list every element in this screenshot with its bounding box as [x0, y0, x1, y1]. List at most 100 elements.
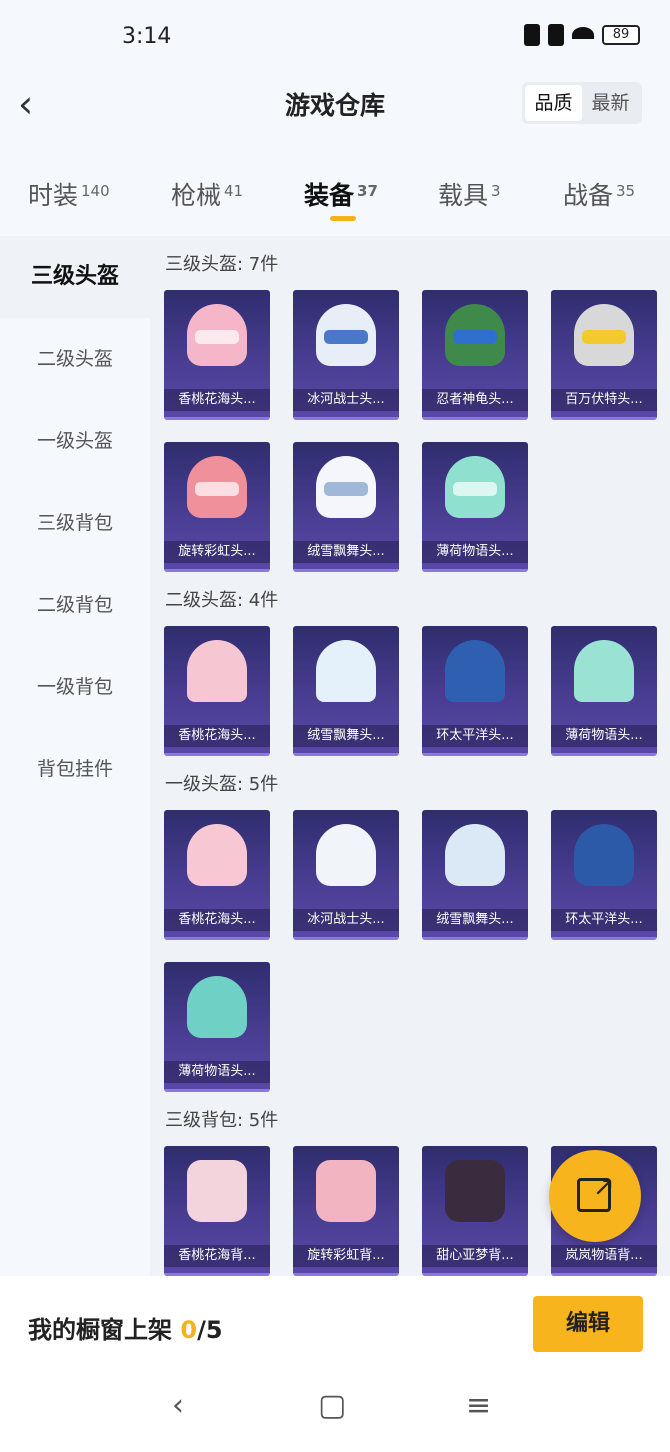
helmet-icon: [574, 640, 634, 702]
visor-icon: [582, 330, 626, 344]
tab-fashion[interactable]: 时装 140: [28, 176, 110, 212]
helmet-icon: [187, 824, 247, 886]
item-name: 绒雪飘舞头...: [422, 909, 528, 931]
item-card[interactable]: 环太平洋头...: [422, 626, 528, 756]
item-card[interactable]: 冰河战士头...: [293, 810, 399, 940]
system-nav-bar: ‹ ▢ ≡: [0, 1376, 670, 1452]
item-card[interactable]: 冰河战士头...: [293, 290, 399, 420]
sidebar-item-backpack-2[interactable]: 二级背包: [0, 564, 150, 646]
sim-icon: [548, 24, 564, 46]
backpack-icon: [316, 1160, 376, 1222]
item-name: 旋转彩虹头...: [164, 541, 270, 563]
item-card[interactable]: 忍者神龟头...: [422, 290, 528, 420]
sidebar-item-helmet-3[interactable]: 三级头盔: [0, 236, 150, 318]
tab-guns[interactable]: 枪械 41: [171, 176, 243, 212]
helmet-icon: [187, 640, 247, 702]
item-name: 香桃花海头...: [164, 725, 270, 747]
nav-menu-icon[interactable]: ≡: [466, 1388, 491, 1423]
showcase-total: /5: [197, 1316, 223, 1344]
sort-quality-button[interactable]: 品质: [525, 85, 582, 121]
wifi-icon: [572, 27, 594, 43]
status-time: 3:14: [122, 24, 172, 49]
item-name: 绒雪飘舞头...: [293, 541, 399, 563]
visor-icon: [453, 482, 497, 496]
item-card[interactable]: 百万伏特头...: [551, 290, 657, 420]
sidebar-item-helmet-1[interactable]: 一级头盔: [0, 400, 150, 482]
app-header: ‹ 游戏仓库 品质 最新: [0, 72, 670, 152]
section-title: 三级背包: 5件: [165, 1110, 279, 1131]
battery-icon: 89: [602, 25, 640, 45]
tab-label: 装备: [304, 181, 355, 210]
showcase-count: 0: [180, 1316, 198, 1344]
share-button[interactable]: ↗: [549, 1150, 641, 1242]
visor-icon: [324, 482, 368, 496]
showcase-bar: 我的橱窗上架 0/5 编辑: [0, 1276, 670, 1376]
visor-icon: [195, 330, 239, 344]
tab-equipment[interactable]: 装备 37: [304, 176, 378, 221]
item-card[interactable]: 绒雪飘舞头...: [293, 442, 399, 572]
section-title: 一级头盔: 5件: [165, 774, 279, 795]
tab-label: 战备: [563, 181, 614, 210]
item-card[interactable]: 香桃花海头...: [164, 290, 270, 420]
item-name: 香桃花海背...: [164, 1245, 270, 1267]
sidebar-item-helmet-2[interactable]: 二级头盔: [0, 318, 150, 400]
helmet-icon: [316, 824, 376, 886]
tab-count: 41: [224, 182, 244, 200]
nav-back-icon[interactable]: ‹: [172, 1388, 184, 1423]
tab-gear[interactable]: 战备 35: [563, 176, 635, 212]
nav-home-icon[interactable]: ▢: [318, 1388, 346, 1423]
item-card[interactable]: 薄荷物语头...: [422, 442, 528, 572]
item-name: 甜心亚梦背...: [422, 1245, 528, 1267]
item-card[interactable]: 绒雪飘舞头...: [422, 810, 528, 940]
notification-icon: [524, 24, 540, 46]
item-name: 香桃花海头...: [164, 909, 270, 931]
showcase-status: 我的橱窗上架 0/5: [28, 1310, 223, 1345]
item-card[interactable]: 旋转彩虹头...: [164, 442, 270, 572]
item-card[interactable]: 薄荷物语头...: [551, 626, 657, 756]
item-card[interactable]: 环太平洋头...: [551, 810, 657, 940]
tab-label: 枪械: [171, 181, 222, 210]
helmet-icon: [316, 640, 376, 702]
helmet-icon: [187, 976, 247, 1038]
item-name: 环太平洋头...: [551, 909, 657, 931]
sort-latest-button[interactable]: 最新: [582, 85, 639, 121]
status-icons: 89: [524, 24, 640, 46]
item-card[interactable]: 旋转彩虹背...: [293, 1146, 399, 1276]
visor-icon: [453, 330, 497, 344]
tab-vehicles[interactable]: 载具 3: [438, 176, 501, 212]
category-tabs: 时装 140 枪械 41 装备 37 载具 3 战备 35: [0, 152, 670, 236]
sidebar-item-backpack-1[interactable]: 一级背包: [0, 646, 150, 728]
item-card[interactable]: 绒雪飘舞头...: [293, 626, 399, 756]
item-card[interactable]: 甜心亚梦背...: [422, 1146, 528, 1276]
section-title: 三级头盔: 7件: [165, 254, 279, 275]
item-card[interactable]: 香桃花海头...: [164, 810, 270, 940]
backpack-icon: [445, 1160, 505, 1222]
item-card[interactable]: 香桃花海头...: [164, 626, 270, 756]
tab-count: 140: [81, 182, 110, 200]
item-name: 百万伏特头...: [551, 389, 657, 411]
item-card[interactable]: 香桃花海背...: [164, 1146, 270, 1276]
sidebar: 三级头盔 二级头盔 一级头盔 三级背包 二级背包 一级背包 背包挂件: [0, 236, 150, 1276]
item-name: 香桃花海头...: [164, 389, 270, 411]
edit-button[interactable]: 编辑: [533, 1296, 643, 1352]
item-name: 冰河战士头...: [293, 389, 399, 411]
item-name: 薄荷物语头...: [164, 1061, 270, 1083]
item-name: 薄荷物语头...: [551, 725, 657, 747]
item-grid: 三级头盔: 7件 香桃花海头... 冰河战士头... 忍者神龟头... 百万伏特…: [150, 236, 670, 1276]
tab-label: 时装: [28, 181, 79, 210]
showcase-label: 我的橱窗上架: [28, 1316, 172, 1344]
sidebar-item-backpack-charm[interactable]: 背包挂件: [0, 728, 150, 810]
item-name: 忍者神龟头...: [422, 389, 528, 411]
item-name: 绒雪飘舞头...: [293, 725, 399, 747]
tab-count: 35: [616, 182, 636, 200]
tab-label: 载具: [438, 181, 489, 210]
item-name: 冰河战士头...: [293, 909, 399, 931]
sort-toggle: 品质 最新: [522, 82, 642, 124]
helmet-icon: [445, 824, 505, 886]
status-bar: 3:14 89: [0, 0, 670, 72]
helmet-icon: [445, 640, 505, 702]
tab-count: 3: [491, 182, 501, 200]
sidebar-item-backpack-3[interactable]: 三级背包: [0, 482, 150, 564]
item-card[interactable]: 薄荷物语头...: [164, 962, 270, 1092]
section-title: 二级头盔: 4件: [165, 590, 279, 611]
